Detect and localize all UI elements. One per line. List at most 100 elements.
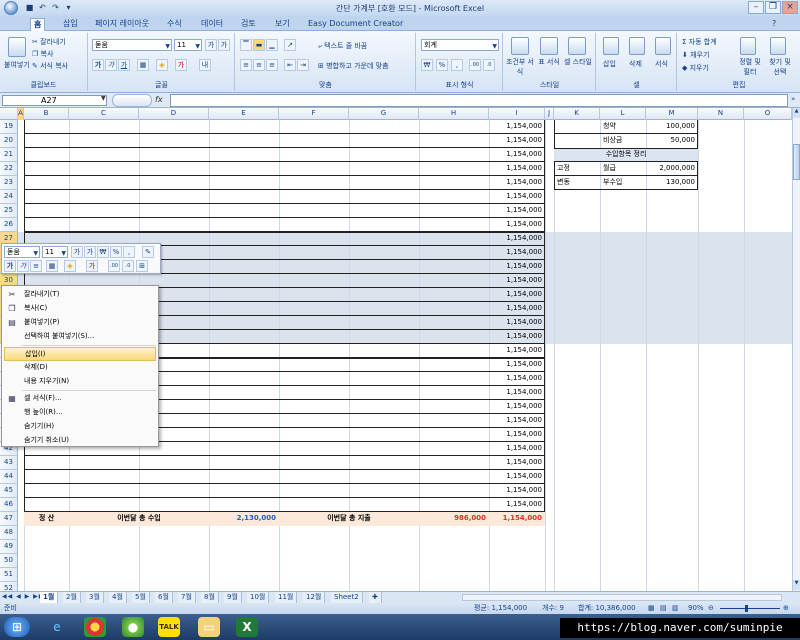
sort-filter-icon[interactable] — [740, 37, 756, 55]
row-header-26[interactable]: 26 — [0, 218, 18, 232]
cell-i41[interactable]: 1,154,000 — [489, 428, 545, 442]
zoom-slider[interactable] — [720, 608, 780, 609]
zoom-in-icon[interactable]: ⊕ — [783, 603, 789, 614]
internet-explorer-icon[interactable]: e — [46, 617, 68, 637]
close-button[interactable]: × — [782, 1, 798, 14]
cell-i29[interactable]: 1,154,000 — [489, 260, 545, 274]
view-page-break-icon[interactable]: ▥ — [672, 603, 679, 614]
row-header-48[interactable]: 48 — [0, 526, 18, 540]
align-bottom-icon[interactable]: ▁ — [266, 39, 278, 51]
cell-l22[interactable]: 월급 — [600, 162, 646, 176]
increase-decimal-icon[interactable]: .00 — [469, 59, 481, 71]
formula-bar-splitter[interactable] — [112, 94, 152, 107]
sheet-tab[interactable]: 5월 — [132, 592, 150, 603]
bold-icon[interactable]: 가 — [92, 59, 104, 71]
undo-icon[interactable]: ↶ — [37, 2, 48, 13]
formula-input[interactable] — [170, 94, 788, 107]
save-icon[interactable]: ■ — [24, 2, 35, 13]
cell-k23[interactable]: 변동 — [554, 176, 600, 190]
row-header-19[interactable]: 19 — [0, 120, 18, 134]
cell-i43[interactable]: 1,154,000 — [489, 456, 545, 470]
qat-dropdown-icon[interactable]: ▾ — [63, 2, 74, 13]
zoom-slider-thumb[interactable] — [745, 605, 748, 612]
scroll-down-icon[interactable]: ▼ — [793, 580, 800, 590]
align-center-icon[interactable]: ≡ — [253, 59, 265, 71]
decrease-decimal-icon[interactable]: .0 — [122, 260, 134, 272]
column-header-l[interactable]: L — [600, 108, 646, 120]
copy-button[interactable]: ❐ 복사 — [32, 49, 53, 59]
find-select-button[interactable]: 찾기 및 선택 — [766, 57, 794, 77]
cell-i42[interactable]: 1,154,000 — [489, 442, 545, 456]
row-header-52[interactable]: 52 — [0, 582, 18, 591]
autosum-button[interactable]: Σ 자동 합계 — [682, 37, 717, 47]
sheet-tab[interactable]: 3월 — [86, 592, 104, 603]
tab-formulas[interactable]: 수식 — [164, 18, 185, 31]
scroll-up-icon[interactable]: ▲ — [793, 108, 800, 118]
decrease-indent-icon[interactable]: ⇤ — [284, 59, 296, 71]
grow-font-icon[interactable]: 가 — [205, 39, 217, 51]
cell-l23[interactable]: 부수입 — [600, 176, 646, 190]
chrome-icon[interactable] — [84, 617, 106, 637]
menu-item-format-cells[interactable]: ▦ 셀 서식(F)... — [4, 392, 156, 406]
cell-m22[interactable]: 2,000,000 — [646, 162, 698, 176]
column-header-c[interactable]: C — [69, 108, 139, 120]
row-header-21[interactable]: 21 — [0, 148, 18, 162]
minimize-button[interactable]: – — [748, 1, 764, 14]
merge-center-button[interactable]: ⊞ 병합하고 가운데 맞춤 — [318, 61, 389, 71]
tab-view[interactable]: 보기 — [272, 18, 293, 31]
mini-size-select[interactable]: 11 ▼ — [42, 246, 68, 258]
cell-m20[interactable]: 50,000 — [646, 134, 698, 148]
cell-k22[interactable]: 고정 — [554, 162, 600, 176]
cell-f47-total-expense-label[interactable]: 이번달 총 지출 — [279, 512, 419, 526]
cell-m19[interactable]: 100,000 — [646, 120, 698, 134]
sort-filter-button[interactable]: 정렬 및 필터 — [738, 57, 762, 77]
cell-i32[interactable]: 1,154,000 — [489, 302, 545, 316]
row-header-25[interactable]: 25 — [0, 204, 18, 218]
cell-h47-total-expense[interactable]: 986,000 — [419, 512, 489, 526]
cell-i44[interactable]: 1,154,000 — [489, 470, 545, 484]
border-icon[interactable]: ▦ — [46, 260, 58, 272]
sheet-tab[interactable]: 10월 — [247, 592, 270, 603]
align-center-icon[interactable]: ≡ — [30, 260, 42, 272]
sheet-tab[interactable]: 6월 — [155, 592, 173, 603]
cell-i28[interactable]: 1,154,000 — [489, 246, 545, 260]
column-header-b[interactable]: B — [24, 108, 69, 120]
comma-icon[interactable]: , — [451, 59, 463, 71]
font-color-icon[interactable]: 가 — [86, 260, 98, 272]
sheet-tab[interactable]: 4월 — [109, 592, 127, 603]
shrink-font-icon[interactable]: 가 — [84, 246, 96, 258]
spreadsheet-grid[interactable]: 19 1,154,000 청약 100,000 20 1,154,000 비상금… — [0, 120, 792, 591]
align-right-icon[interactable]: ≡ — [266, 59, 278, 71]
cell-i30[interactable]: 1,154,000 — [489, 274, 545, 288]
cell-i33[interactable]: 1,154,000 — [489, 316, 545, 330]
cell-k21-income-title[interactable]: 수입항목 정리 — [554, 148, 698, 162]
cell-i20[interactable]: 1,154,000 — [489, 134, 545, 148]
tab-review[interactable]: 검토 — [238, 18, 259, 31]
grow-font-icon[interactable]: 가 — [71, 246, 83, 258]
tab-insert[interactable]: 삽입 — [60, 18, 81, 31]
menu-item-paste-special[interactable]: 선택하여 붙여넣기(S)... — [4, 330, 156, 344]
row-header-45[interactable]: 45 — [0, 484, 18, 498]
menu-item-clear-contents[interactable]: 내용 지우기(N) — [4, 375, 156, 389]
menu-item-row-height[interactable]: 행 높이(R)... — [4, 406, 156, 420]
cell-i39[interactable]: 1,154,000 — [489, 400, 545, 414]
fill-color-icon[interactable]: ◈ — [64, 260, 76, 272]
horizontal-scrollbar[interactable] — [462, 594, 782, 601]
menu-item-hide[interactable]: 숨기기(H) — [4, 420, 156, 434]
row-header-24[interactable]: 24 — [0, 190, 18, 204]
phonetic-icon[interactable]: 내 — [199, 59, 211, 71]
cell-i35[interactable]: 1,154,000 — [489, 344, 545, 358]
cell-i31[interactable]: 1,154,000 — [489, 288, 545, 302]
menu-item-insert[interactable]: 삽입(I) — [4, 347, 156, 361]
orientation-icon[interactable]: ↗ — [284, 39, 296, 51]
tab-home[interactable]: 홈 — [30, 18, 46, 31]
fill-button[interactable]: ⬇ 채우기 — [682, 50, 709, 60]
mini-font-select[interactable]: 돋움 ▼ — [4, 246, 40, 258]
row-header-51[interactable]: 51 — [0, 568, 18, 582]
view-normal-icon[interactable]: ▦ — [648, 603, 655, 614]
cell-i34[interactable]: 1,154,000 — [489, 330, 545, 344]
insert-sheet-icon[interactable]: ✚ — [369, 592, 382, 603]
sheet-tab[interactable]: 7월 — [178, 592, 196, 603]
cut-button[interactable]: ✂ 잘라내기 — [32, 37, 66, 47]
sheet-tab[interactable]: 8월 — [201, 592, 219, 603]
